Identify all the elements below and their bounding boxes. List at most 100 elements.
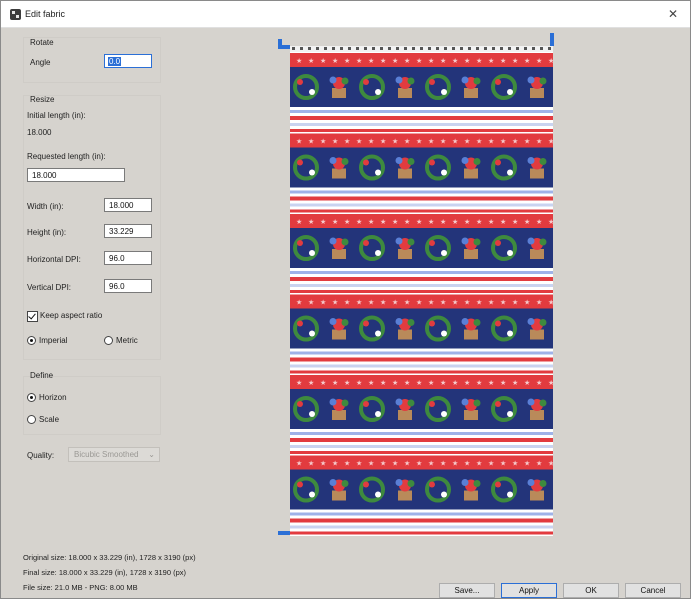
edit-fabric-dialog: Edit fabric ✕ Rotate Angle 0.0 Resize In… (0, 0, 691, 599)
svg-text:★: ★ (416, 379, 422, 387)
height-input[interactable]: 33.229 (104, 224, 152, 238)
svg-text:★: ★ (524, 379, 530, 387)
svg-text:★: ★ (296, 138, 302, 146)
svg-text:★: ★ (392, 218, 398, 226)
save-button[interactable]: Save... (439, 583, 495, 598)
rotate-group-label: Rotate (30, 38, 54, 47)
svg-text:★: ★ (464, 218, 470, 226)
svg-text:★: ★ (356, 460, 362, 468)
title-bar: Edit fabric ✕ (1, 1, 690, 28)
svg-text:★: ★ (536, 299, 542, 307)
quality-dropdown[interactable]: Bicubic Smoothed ⌄ (68, 447, 160, 462)
svg-text:★: ★ (500, 218, 506, 226)
svg-text:★: ★ (404, 460, 410, 468)
horizon-radio[interactable] (27, 393, 36, 402)
svg-text:★: ★ (536, 379, 542, 387)
svg-text:★: ★ (368, 218, 374, 226)
svg-text:★: ★ (416, 57, 422, 65)
svg-text:★: ★ (332, 299, 338, 307)
svg-text:★: ★ (344, 299, 350, 307)
svg-text:★: ★ (368, 299, 374, 307)
height-label: Height (in): (27, 228, 67, 237)
cancel-button[interactable]: Cancel (625, 583, 681, 598)
metric-radio[interactable] (104, 336, 113, 345)
svg-text:★: ★ (344, 57, 350, 65)
horizontal-dpi-input[interactable]: 96.0 (104, 251, 152, 265)
close-icon[interactable]: ✕ (665, 6, 681, 22)
svg-text:★: ★ (440, 218, 446, 226)
svg-text:★: ★ (308, 299, 314, 307)
svg-text:★: ★ (536, 218, 542, 226)
crop-handle-top-left-arm (278, 45, 290, 49)
svg-text:★: ★ (440, 299, 446, 307)
vertical-dpi-label: Vertical DPI: (27, 283, 72, 292)
svg-text:★: ★ (308, 57, 314, 65)
svg-text:★: ★ (452, 57, 458, 65)
svg-text:★: ★ (536, 57, 542, 65)
svg-text:★: ★ (512, 460, 518, 468)
svg-text:★: ★ (428, 460, 434, 468)
final-size-text: Final size: 18.000 x 33.229 (in), 1728 x… (23, 568, 187, 577)
svg-text:★: ★ (440, 460, 446, 468)
svg-text:★: ★ (428, 218, 434, 226)
svg-text:★: ★ (512, 218, 518, 226)
svg-text:★: ★ (308, 379, 314, 387)
ok-button[interactable]: OK (563, 583, 619, 598)
svg-text:★: ★ (344, 460, 350, 468)
chevron-down-icon: ⌄ (148, 450, 155, 459)
svg-text:★: ★ (512, 138, 518, 146)
svg-text:★: ★ (404, 218, 410, 226)
define-group (23, 376, 161, 435)
crop-handle-top-right[interactable] (550, 33, 554, 46)
svg-text:★: ★ (320, 57, 326, 65)
angle-input[interactable]: 0.0 (104, 54, 152, 68)
svg-text:★: ★ (452, 299, 458, 307)
svg-text:★: ★ (500, 138, 506, 146)
svg-text:★: ★ (392, 138, 398, 146)
svg-text:★: ★ (428, 57, 434, 65)
svg-text:★: ★ (380, 379, 386, 387)
svg-text:★: ★ (536, 460, 542, 468)
svg-text:★: ★ (500, 299, 506, 307)
svg-text:★: ★ (488, 460, 494, 468)
angle-label: Angle (30, 58, 51, 67)
svg-text:★: ★ (320, 299, 326, 307)
fabric-preview[interactable]: ★ ★ ★ ★ ★ ★ ★ ★ ★ ★ ★ ★ ★ ★ ★ ★ ★ ★ ★ ★ ★ ★ ★ ★ ★ ★ ★ ★ ★ ★ ★ ★ ★ ★ ★ ★ ★ ★ ★ ★… (290, 46, 553, 536)
requested-length-label: Requested length (in): (27, 152, 106, 161)
quality-label: Quality: (27, 451, 55, 460)
svg-text:★: ★ (344, 218, 350, 226)
svg-text:★: ★ (368, 138, 374, 146)
svg-text:★: ★ (332, 138, 338, 146)
svg-text:★: ★ (356, 299, 362, 307)
svg-text:★: ★ (320, 218, 326, 226)
svg-text:★: ★ (296, 299, 302, 307)
scale-radio[interactable] (27, 415, 36, 424)
svg-text:★: ★ (296, 218, 302, 226)
svg-text:★: ★ (452, 218, 458, 226)
apply-button[interactable]: Apply (501, 583, 557, 598)
vertical-dpi-input[interactable]: 96.0 (104, 279, 152, 293)
svg-text:★: ★ (548, 57, 553, 65)
imperial-radio[interactable] (27, 336, 36, 345)
file-size-text: File size: 21.0 MB - PNG: 8.00 MB (23, 583, 138, 592)
svg-text:★: ★ (500, 460, 506, 468)
svg-text:★: ★ (428, 138, 434, 146)
svg-text:★: ★ (464, 138, 470, 146)
width-input[interactable]: 18.000 (104, 198, 152, 212)
angle-value: 0.0 (108, 57, 122, 66)
svg-text:★: ★ (440, 138, 446, 146)
requested-length-input[interactable]: 18.000 (27, 168, 125, 182)
svg-text:★: ★ (464, 379, 470, 387)
resize-group-label: Resize (30, 95, 55, 104)
svg-text:★: ★ (380, 57, 386, 65)
crop-handle-bottom-left[interactable] (278, 531, 290, 535)
svg-text:★: ★ (488, 299, 494, 307)
width-label: Width (in): (27, 202, 64, 211)
svg-text:★: ★ (524, 218, 530, 226)
svg-text:★: ★ (524, 138, 530, 146)
svg-text:★: ★ (380, 299, 386, 307)
svg-text:★: ★ (380, 138, 386, 146)
svg-text:★: ★ (452, 460, 458, 468)
keep-aspect-ratio-checkbox[interactable] (27, 311, 38, 322)
horizon-label: Horizon (39, 393, 67, 402)
